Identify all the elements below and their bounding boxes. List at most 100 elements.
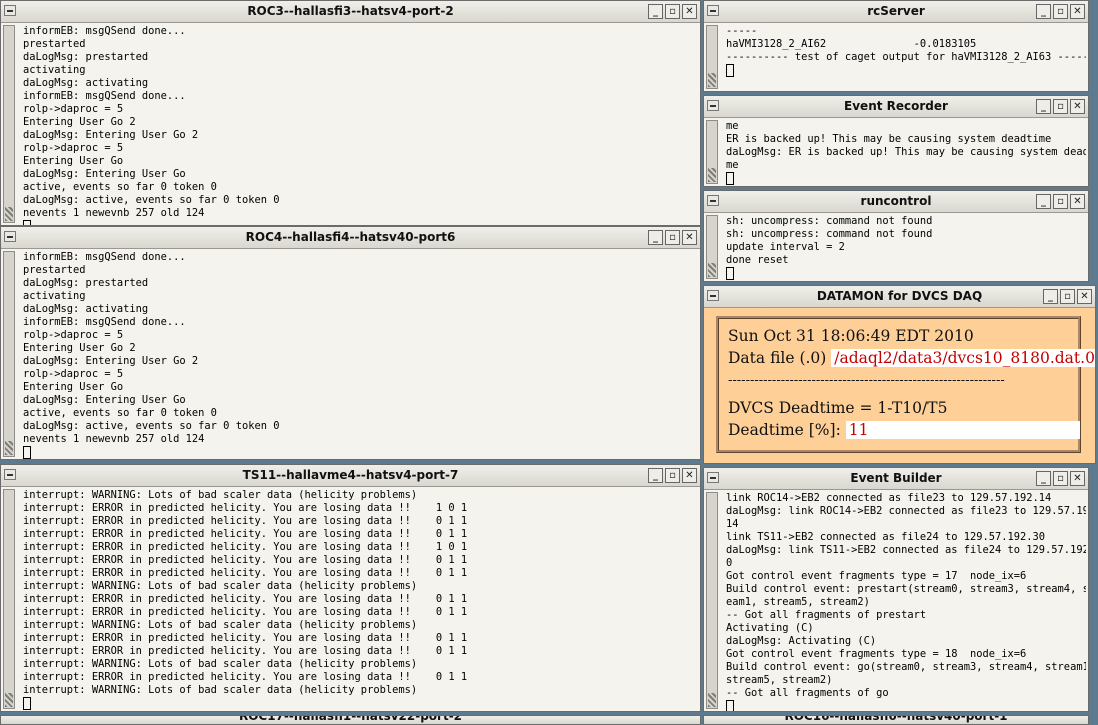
text-cursor xyxy=(726,64,734,77)
scrollbar-thumb[interactable] xyxy=(5,693,13,707)
deadtime-value: 11 xyxy=(845,421,1080,439)
terminal-output: link ROC14->EB2 connected as file23 to 1… xyxy=(726,492,1086,711)
scrollbar[interactable] xyxy=(706,120,718,184)
window-menu-icon[interactable] xyxy=(707,195,719,206)
close-button[interactable]: ✕ xyxy=(1070,471,1085,486)
minimize-button[interactable]: _ xyxy=(648,4,663,19)
window-title: TS11--hallavme4--hatsv4-port-7 xyxy=(242,468,459,482)
minimize-button[interactable]: _ xyxy=(1036,471,1051,486)
window-title: ROC16--hallasfi6--hatsv40-port-1 xyxy=(784,715,1008,723)
text-cursor xyxy=(726,267,734,280)
scrollbar-thumb[interactable] xyxy=(708,168,716,182)
roc16-window-titlebar[interactable]: ROC16--hallasfi6--hatsv40-port-1 xyxy=(703,715,1089,725)
minimize-button[interactable]: _ xyxy=(648,230,663,245)
terminal-output: informEB: msgQSend done... prestarted da… xyxy=(23,251,698,459)
scrollbar[interactable] xyxy=(706,492,718,709)
event-recorder-titlebar[interactable]: Event Recorder _ ▫ ✕ xyxy=(704,96,1088,118)
terminal-output: me ER is backed up! This may be causing … xyxy=(726,120,1086,186)
window-menu-icon[interactable] xyxy=(4,5,16,16)
roc4-terminal-window[interactable]: ROC4--hallasfi4--hatsv40-port6 _ ▫ ✕ inf… xyxy=(0,226,701,460)
maximize-button[interactable]: ▫ xyxy=(1053,99,1068,114)
scrollbar-thumb[interactable] xyxy=(5,207,13,221)
roc3-titlebar[interactable]: ROC3--hallasfi3--hatsv4-port-2 _ ▫ ✕ xyxy=(1,1,700,23)
window-menu-icon[interactable] xyxy=(4,469,16,480)
window-menu-icon[interactable] xyxy=(707,100,719,111)
window-title: DATAMON for DVCS DAQ xyxy=(816,289,983,303)
datamon-separator: ----------------------------------------… xyxy=(728,373,1005,388)
event-recorder-window[interactable]: Event Recorder _ ▫ ✕ me ER is backed up!… xyxy=(703,95,1089,187)
minimize-button[interactable]: _ xyxy=(1036,99,1051,114)
maximize-button[interactable]: ▫ xyxy=(1053,471,1068,486)
scrollbar[interactable] xyxy=(3,489,15,709)
scrollbar-thumb[interactable] xyxy=(708,693,716,707)
window-menu-icon[interactable] xyxy=(707,290,719,301)
close-button[interactable]: ✕ xyxy=(1070,194,1085,209)
datafile-label: Data file (.0) xyxy=(728,349,827,367)
scrollbar[interactable] xyxy=(706,215,718,279)
datamon-titlebar[interactable]: DATAMON for DVCS DAQ _ ▫ ✕ xyxy=(704,286,1095,308)
deadtime-formula: DVCS Deadtime = 1-T10/T5 xyxy=(728,399,948,417)
maximize-button[interactable]: ▫ xyxy=(665,468,680,483)
minimize-button[interactable]: _ xyxy=(1043,289,1058,304)
runcontrol-titlebar[interactable]: runcontrol _ ▫ ✕ xyxy=(704,191,1088,213)
terminal-text: me ER is backed up! This may be causing … xyxy=(726,120,1086,171)
scrollbar[interactable] xyxy=(706,25,718,89)
text-cursor xyxy=(23,220,31,225)
maximize-button[interactable]: ▫ xyxy=(665,4,680,19)
scrollbar[interactable] xyxy=(3,251,15,457)
datamon-datafile-row: Data file (.0) /adaql2/data3/dvcs10_8180… xyxy=(728,349,1095,367)
close-button[interactable]: ✕ xyxy=(682,4,697,19)
text-cursor xyxy=(23,697,31,710)
terminal-text: ----- haVMI3128_2_AI62 -0.0183105 ------… xyxy=(726,25,1086,63)
terminal-text: link ROC14->EB2 connected as file23 to 1… xyxy=(726,492,1086,699)
roc17-window-titlebar[interactable]: ROC17--hallasfi1--hatsv22-port-2 xyxy=(0,715,701,725)
window-title: Event Recorder xyxy=(844,99,948,113)
window-menu-icon[interactable] xyxy=(707,472,719,483)
roc3-terminal-window[interactable]: ROC3--hallasfi3--hatsv4-port-2 _ ▫ ✕ inf… xyxy=(0,0,701,226)
scrollbar[interactable] xyxy=(3,25,15,223)
close-button[interactable]: ✕ xyxy=(682,468,697,483)
terminal-text: sh: uncompress: command not found sh: un… xyxy=(726,215,933,266)
rcserver-titlebar[interactable]: rcServer _ ▫ ✕ xyxy=(704,1,1088,23)
deadtime-label: Deadtime [%]: xyxy=(728,421,841,439)
close-button[interactable]: ✕ xyxy=(682,230,697,245)
datamon-window[interactable]: DATAMON for DVCS DAQ _ ▫ ✕ Sun Oct 31 18… xyxy=(703,285,1096,464)
ts11-titlebar[interactable]: TS11--hallavme4--hatsv4-port-7 _ ▫ ✕ xyxy=(1,465,700,487)
maximize-button[interactable]: ▫ xyxy=(1053,194,1068,209)
window-title: Event Builder xyxy=(850,471,942,485)
close-button[interactable]: ✕ xyxy=(1077,289,1092,304)
window-title: ROC17--hallasfi1--hatsv22-port-2 xyxy=(238,715,463,723)
event-builder-titlebar[interactable]: Event Builder _ ▫ ✕ xyxy=(704,468,1088,490)
text-cursor xyxy=(726,700,734,711)
minimize-button[interactable]: _ xyxy=(1036,4,1051,19)
scrollbar-thumb[interactable] xyxy=(5,441,13,455)
close-button[interactable]: ✕ xyxy=(1070,4,1085,19)
minimize-button[interactable]: _ xyxy=(1036,194,1051,209)
terminal-output: sh: uncompress: command not found sh: un… xyxy=(726,215,1086,281)
terminal-text: informEB: msgQSend done... prestarted da… xyxy=(23,251,280,445)
terminal-text: interrupt: WARNING: Lots of bad scaler d… xyxy=(23,489,468,696)
text-cursor xyxy=(726,172,734,185)
minimize-button[interactable]: _ xyxy=(648,468,663,483)
scrollbar-thumb[interactable] xyxy=(708,73,716,87)
window-menu-icon[interactable] xyxy=(707,5,719,16)
maximize-button[interactable]: ▫ xyxy=(665,230,680,245)
ts11-terminal-window[interactable]: TS11--hallavme4--hatsv4-port-7 _ ▫ ✕ int… xyxy=(0,464,701,712)
datamon-frame: Sun Oct 31 18:06:49 EDT 2010 Data file (… xyxy=(716,316,1095,453)
rcserver-terminal-window[interactable]: rcServer _ ▫ ✕ ----- haVMI3128_2_AI62 -0… xyxy=(703,0,1089,92)
window-title: rcServer xyxy=(867,4,925,18)
scrollbar-thumb[interactable] xyxy=(708,263,716,277)
terminal-output: informEB: msgQSend done... prestarted da… xyxy=(23,25,698,225)
event-builder-window[interactable]: Event Builder _ ▫ ✕ link ROC14->EB2 conn… xyxy=(703,467,1089,712)
roc4-titlebar[interactable]: ROC4--hallasfi4--hatsv40-port6 _ ▫ ✕ xyxy=(1,227,700,249)
datamon-panel: Sun Oct 31 18:06:49 EDT 2010 Data file (… xyxy=(704,308,1095,463)
maximize-button[interactable]: ▫ xyxy=(1060,289,1075,304)
window-title: ROC3--hallasfi3--hatsv4-port-2 xyxy=(247,4,454,18)
window-menu-icon[interactable] xyxy=(4,231,16,242)
close-button[interactable]: ✕ xyxy=(1070,99,1085,114)
window-title: ROC4--hallasfi4--hatsv40-port6 xyxy=(245,230,456,244)
maximize-button[interactable]: ▫ xyxy=(1053,4,1068,19)
terminal-output: ----- haVMI3128_2_AI62 -0.0183105 ------… xyxy=(726,25,1086,91)
runcontrol-window[interactable]: runcontrol _ ▫ ✕ sh: uncompress: command… xyxy=(703,190,1089,282)
datamon-datetime: Sun Oct 31 18:06:49 EDT 2010 xyxy=(728,327,974,345)
